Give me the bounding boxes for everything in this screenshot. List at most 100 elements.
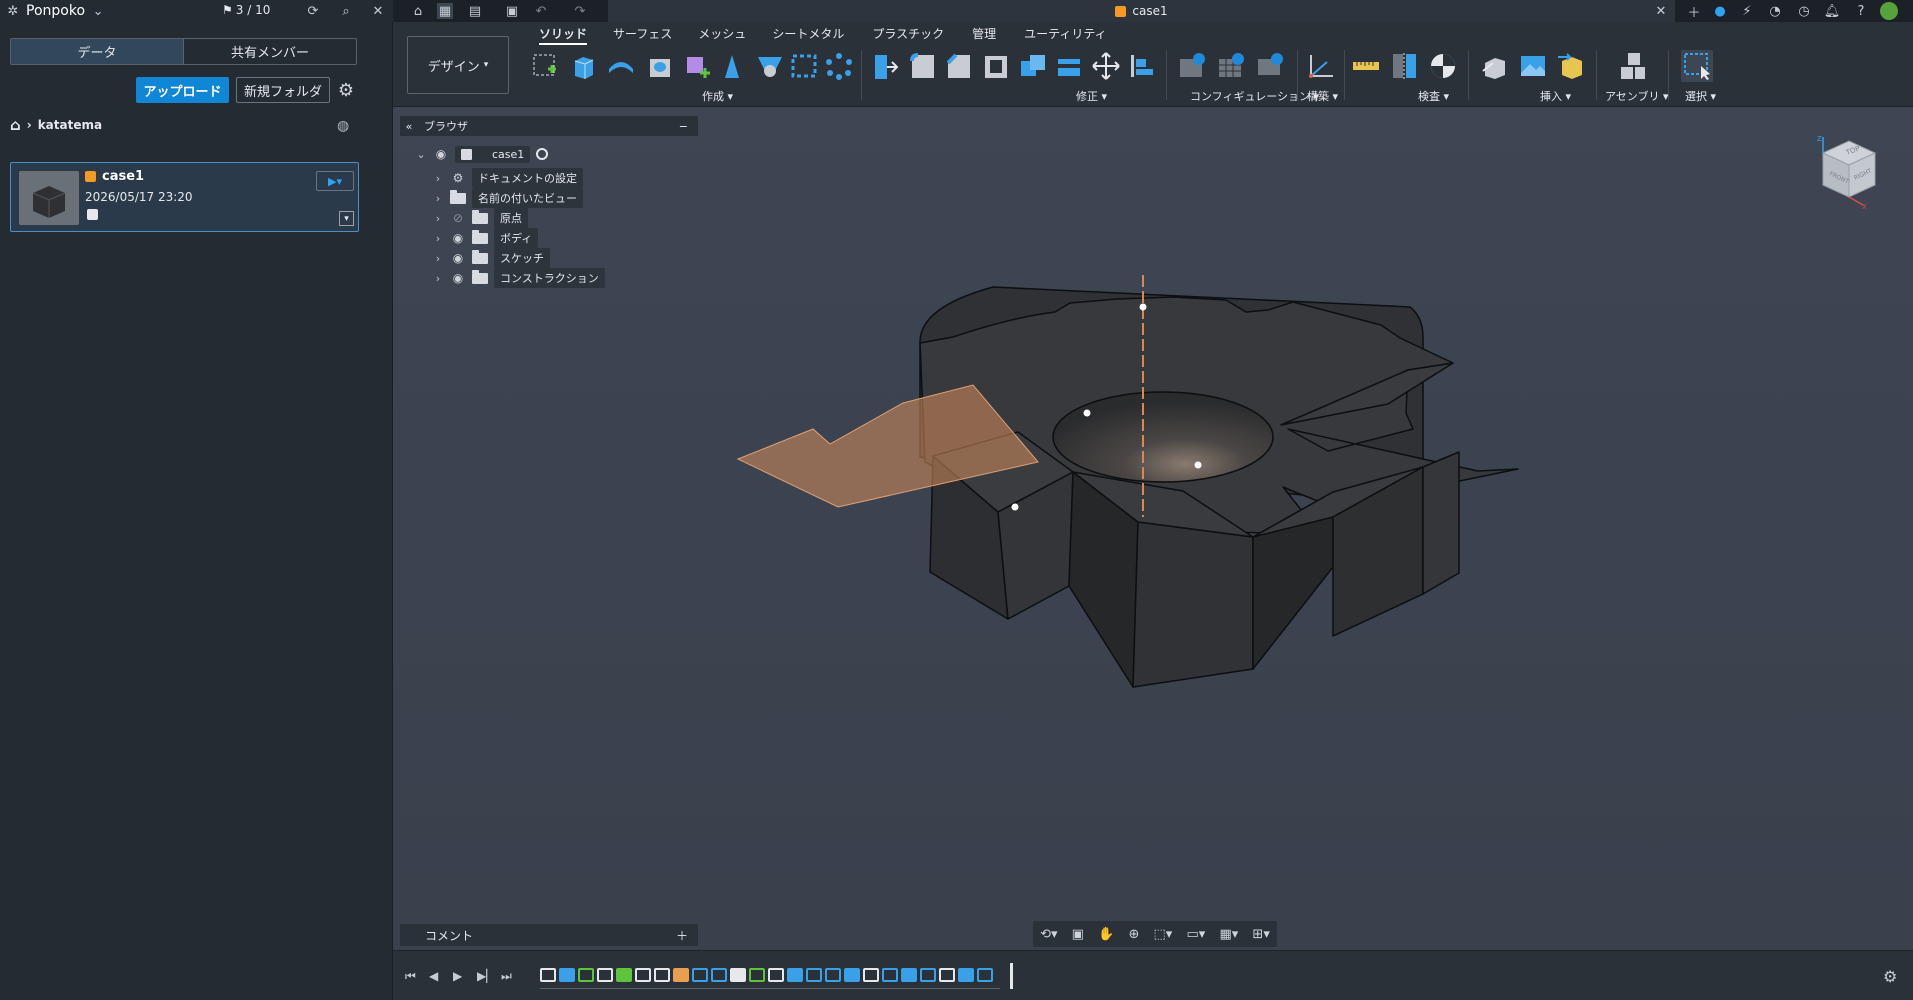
timeline-feature-icon[interactable] (939, 968, 955, 982)
mirror-icon[interactable] (716, 50, 748, 82)
home-icon[interactable]: ⌂ (410, 3, 426, 19)
tab-data[interactable]: データ (11, 39, 183, 64)
timeline-feature-icon[interactable] (825, 968, 841, 982)
timeline-feature-icon[interactable] (616, 968, 632, 982)
chevron-right-icon[interactable]: › (432, 212, 444, 225)
tab-plastic[interactable]: プラスチック (872, 25, 944, 45)
refresh-icon[interactable]: ⟳ (305, 3, 321, 19)
plane-point[interactable] (1083, 409, 1091, 417)
group-configuration-label[interactable]: コンフィギュレーション ▾ (1190, 88, 1319, 104)
joint-icon[interactable] (1617, 50, 1649, 82)
center-of-mass-icon[interactable] (1427, 50, 1459, 82)
timeline-feature-icon[interactable] (578, 968, 594, 982)
go-to-start-icon[interactable]: ⏮ (405, 969, 416, 984)
collapse-icon[interactable]: « (400, 120, 418, 133)
eye-icon[interactable]: ◉ (450, 251, 466, 265)
browser-item-document-settings[interactable]: › ⚙ ドキュメントの設定 (432, 168, 583, 188)
insert-mesh-icon[interactable] (1555, 50, 1587, 82)
search-icon[interactable]: ⌕ (338, 3, 354, 19)
step-back-icon[interactable]: ◀ (429, 969, 438, 983)
grid-icon[interactable]: ▦ (437, 3, 453, 19)
insert-derive-icon[interactable] (1478, 50, 1510, 82)
tab-utilities[interactable]: ユーティリティ (1024, 25, 1107, 45)
configuration-table-icon[interactable] (1215, 50, 1247, 82)
root-label[interactable]: case1 (455, 145, 531, 163)
timeline-feature-icon[interactable] (559, 968, 575, 982)
group-modify-label[interactable]: 修正 ▾ (1076, 88, 1107, 104)
browser-item-named-views[interactable]: › 名前の付いたビュー (432, 188, 583, 208)
play-icon[interactable]: ▶ (453, 969, 462, 983)
breadcrumb-project[interactable]: katatema (38, 118, 102, 132)
history-icon[interactable]: ◷ (1796, 3, 1812, 19)
job-status-icon[interactable]: ⚡ (1739, 3, 1755, 19)
display-settings-icon[interactable]: ▭▾ (1186, 927, 1205, 942)
press-pull-icon[interactable] (869, 50, 901, 82)
upload-button[interactable]: アップロード (136, 77, 229, 103)
timeline-settings-gear-icon[interactable]: ⚙ (1883, 967, 1897, 986)
timeline-feature-icon[interactable] (844, 968, 860, 982)
group-select-label[interactable]: 選択 ▾ (1685, 88, 1716, 104)
fillet-icon[interactable] (907, 50, 939, 82)
eye-icon[interactable]: ◉ (450, 271, 466, 285)
split-body-icon[interactable] (1053, 50, 1085, 82)
eye-icon[interactable]: ◉ (433, 147, 449, 161)
redo-icon[interactable]: ↷ (572, 3, 588, 19)
zoom-icon[interactable]: ⊕ (1128, 927, 1139, 942)
document-tab[interactable]: case1 ✕ (608, 0, 1675, 22)
timeline-feature-icon[interactable] (730, 968, 746, 982)
browser-root[interactable]: ⌄ ◉ case1 (415, 144, 549, 164)
group-insert-label[interactable]: 挿入 ▾ (1540, 88, 1571, 104)
timeline-feature-icon[interactable] (673, 968, 689, 982)
globe-icon[interactable]: ◍ (337, 118, 349, 134)
avatar[interactable] (1880, 2, 1898, 20)
construct-plane-icon[interactable] (1305, 50, 1337, 82)
timeline-feature-icon[interactable] (711, 968, 727, 982)
file-options-dropdown[interactable]: ▾ (339, 211, 354, 226)
workspace-switcher[interactable]: デザイン ▾ (407, 36, 509, 94)
chevron-right-icon[interactable]: › (432, 252, 444, 265)
timeline-feature-icon[interactable] (882, 968, 898, 982)
new-component-icon[interactable] (681, 50, 713, 82)
rectangular-pattern-icon[interactable] (788, 50, 820, 82)
tab-manage[interactable]: 管理 (972, 25, 996, 45)
group-create-label[interactable]: 作成 ▾ (702, 88, 733, 104)
chevron-right-icon[interactable]: › (432, 192, 444, 205)
tab-mesh[interactable]: メッシュ (698, 25, 746, 45)
file-card[interactable]: case1 2026/05/17 23:20 ▶▾ ▾ (10, 162, 359, 232)
extensions-icon[interactable]: ● (1712, 3, 1728, 19)
extrude-icon[interactable] (567, 50, 599, 82)
hole-icon[interactable] (644, 50, 676, 82)
form-icon[interactable] (754, 50, 786, 82)
activate-radio-icon[interactable] (536, 148, 549, 160)
timeline-feature-icon[interactable] (654, 968, 670, 982)
file-menu-icon[interactable]: ▤ (467, 3, 483, 19)
chevron-right-icon[interactable]: › (432, 272, 444, 285)
step-forward-icon[interactable]: ▶▏ (477, 969, 495, 983)
canvas-icon[interactable] (1517, 50, 1549, 82)
add-comment-icon[interactable]: ＋ (676, 927, 688, 944)
tab-solid[interactable]: ソリッド (539, 25, 588, 45)
revolve-icon[interactable] (605, 50, 637, 82)
new-tab-icon[interactable]: ＋ (1686, 3, 1702, 21)
browser-item-construction[interactable]: › ◉ コンストラクション (432, 268, 605, 288)
plane-point[interactable] (1194, 461, 1202, 469)
chamfer-icon[interactable] (943, 50, 975, 82)
chevron-down-icon[interactable]: ⌄ (415, 148, 427, 161)
circular-pattern-icon[interactable] (823, 50, 855, 82)
gear-icon[interactable]: ⚙ (336, 78, 356, 102)
chevron-right-icon[interactable]: › (432, 172, 444, 185)
new-folder-button[interactable]: 新規フォルダ (236, 77, 330, 103)
notification-icon[interactable]: 🔔︎ (1824, 3, 1841, 19)
section-analysis-icon[interactable] (1389, 50, 1421, 82)
timeline-feature-icon[interactable] (806, 968, 822, 982)
close-tab-icon[interactable]: ✕ (1653, 3, 1669, 19)
timeline-track[interactable] (540, 965, 1000, 989)
help-center-icon[interactable]: ◔ (1767, 3, 1783, 19)
viewports-icon[interactable]: ⊞▾ (1252, 927, 1269, 942)
axis-point[interactable] (1139, 303, 1147, 311)
timeline-feature-icon[interactable] (977, 968, 993, 982)
team-switcher[interactable]: ✲ Ponpoko ⌄ (5, 3, 106, 19)
timeline-feature-icon[interactable] (597, 968, 613, 982)
job-status[interactable]: ⚑ 3 / 10 (222, 3, 270, 17)
open-file-button[interactable]: ▶▾ (316, 171, 354, 191)
